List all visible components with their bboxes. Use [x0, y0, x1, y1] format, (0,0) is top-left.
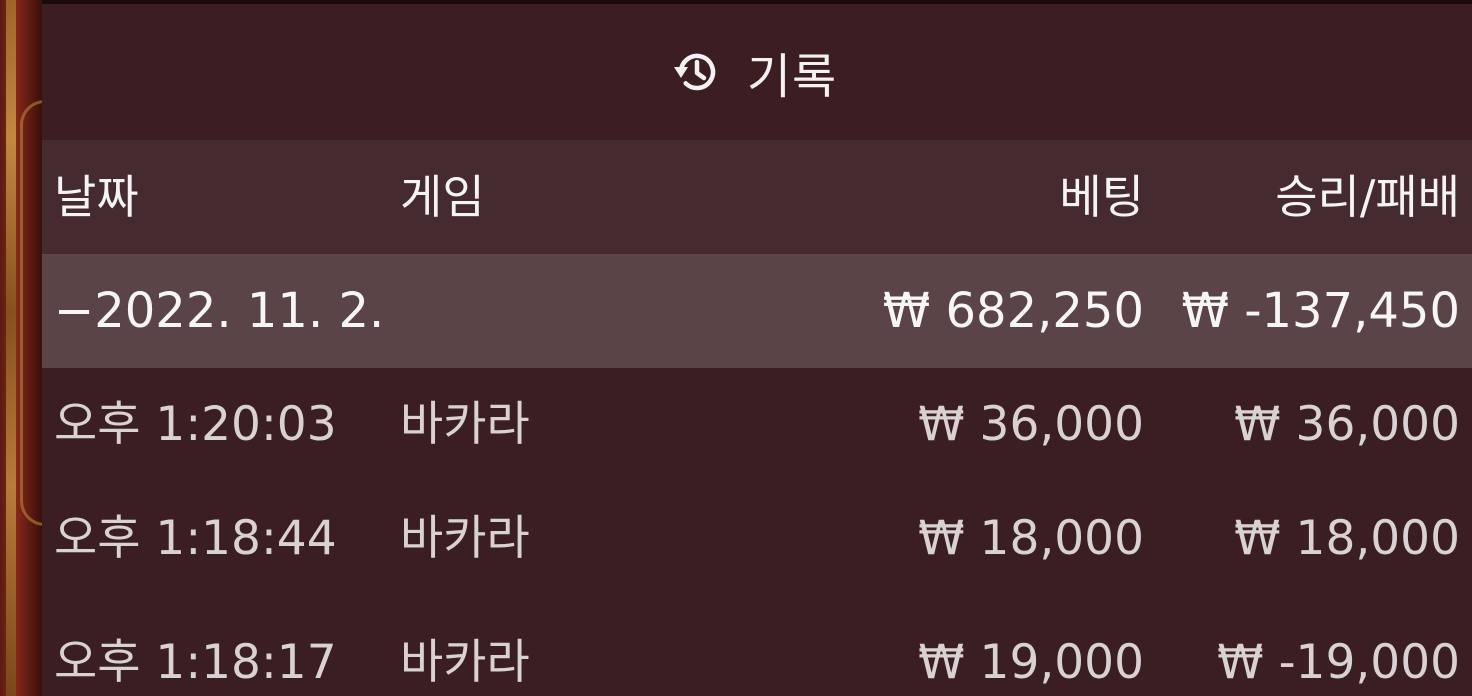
group-bet-total: ₩ 682,250 — [882, 283, 1144, 339]
column-header-result: 승리/패배 — [1275, 170, 1460, 224]
column-header-game: 게임 — [400, 170, 485, 224]
row-result: ₩ 18,000 — [1234, 511, 1460, 566]
history-icon — [671, 47, 721, 97]
row-game: 바카라 — [400, 397, 530, 452]
row-time: 오후 1:18:44 — [54, 511, 337, 566]
row-game: 바카라 — [400, 635, 530, 690]
history-panel: 기록 날짜 게임 베팅 승리/패배 −2022. 11. 2. ₩ 682,25… — [42, 0, 1472, 696]
group-date: −2022. 11. 2. — [54, 283, 385, 339]
row-time: 오후 1:18:17 — [54, 635, 337, 690]
table-row[interactable]: 오후 1:18:17 바카라 ₩ 19,000 ₩ -19,000 — [42, 596, 1472, 696]
row-bet: ₩ 36,000 — [918, 397, 1144, 452]
game-table-background — [0, 0, 45, 696]
column-header-bet: 베팅 — [1059, 170, 1144, 224]
table-header: 날짜 게임 베팅 승리/패배 — [42, 140, 1472, 254]
group-result-total: ₩ -137,450 — [1181, 283, 1460, 339]
page-title: 기록 — [746, 49, 838, 105]
column-header-date: 날짜 — [54, 170, 139, 224]
row-game: 바카라 — [400, 511, 530, 566]
table-row[interactable]: 오후 1:20:03 바카라 ₩ 36,000 ₩ 36,000 — [42, 368, 1472, 482]
table-row[interactable]: 오후 1:18:44 바카라 ₩ 18,000 ₩ 18,000 — [42, 482, 1472, 596]
panel-header: 기록 — [42, 0, 1472, 140]
history-screen: 기록 날짜 게임 베팅 승리/패배 −2022. 11. 2. ₩ 682,25… — [0, 0, 1472, 696]
row-result: ₩ -19,000 — [1217, 635, 1460, 690]
row-bet: ₩ 18,000 — [918, 511, 1144, 566]
row-time: 오후 1:20:03 — [54, 397, 337, 452]
date-group-row[interactable]: −2022. 11. 2. ₩ 682,250 ₩ -137,450 — [42, 254, 1472, 368]
header-title-group: 기록 — [671, 37, 837, 107]
row-result: ₩ 36,000 — [1234, 397, 1460, 452]
row-bet: ₩ 19,000 — [918, 635, 1144, 690]
